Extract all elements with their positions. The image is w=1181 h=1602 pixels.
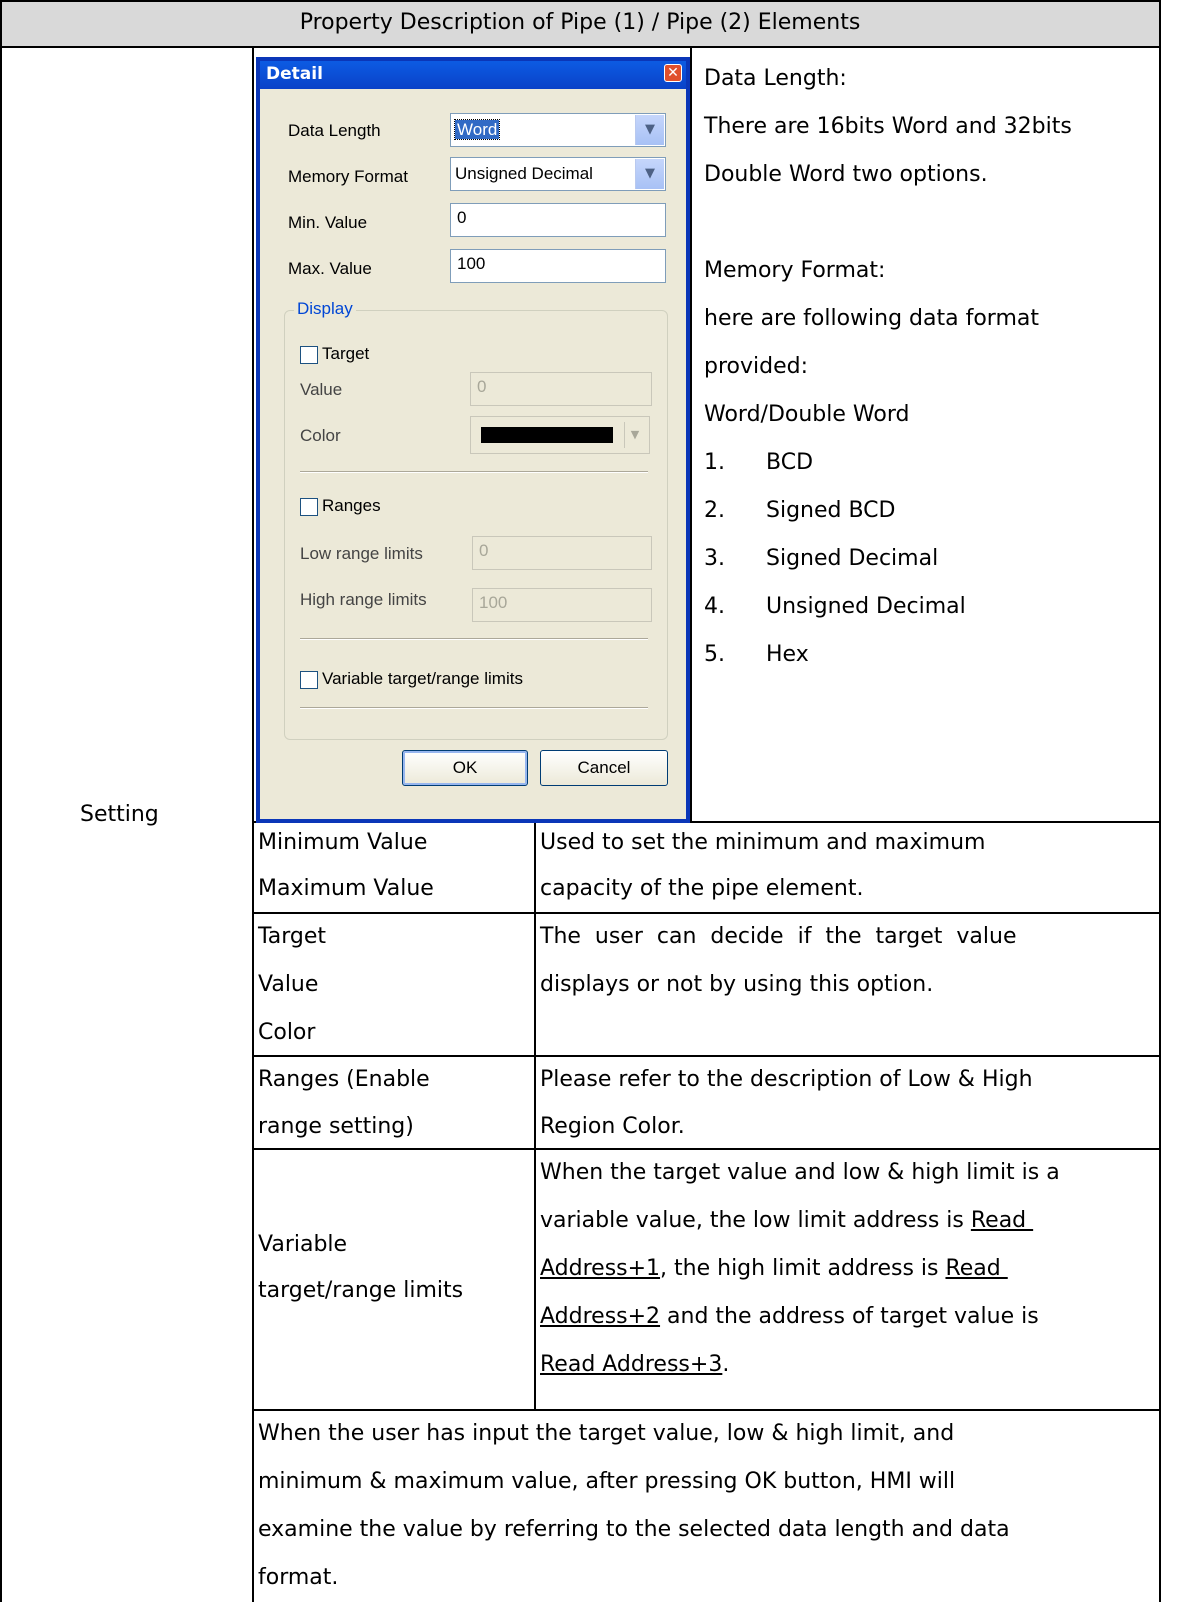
- ranges-label: Ranges: [322, 496, 381, 515]
- list-item: Hex: [766, 642, 809, 667]
- row-divider-5: [252, 1409, 1161, 1411]
- row-divider-4: [252, 1148, 1161, 1150]
- data-length-select[interactable]: Word ▼: [450, 113, 666, 147]
- variable-limits-label: Variable target/range limits: [322, 669, 523, 688]
- ranges-checkbox[interactable]: [300, 498, 318, 516]
- row2-term-1: Target: [258, 924, 327, 949]
- variable-limits-checkbox[interactable]: [300, 671, 318, 689]
- data-length-heading: Data Length:: [704, 66, 847, 91]
- row-divider-3: [252, 1055, 1161, 1057]
- row2-term-2: Value: [258, 972, 319, 997]
- list-item-number: 2.: [704, 498, 725, 523]
- row1-term-1: Minimum Value: [258, 830, 428, 855]
- row3-term-2: range setting): [258, 1114, 414, 1139]
- row-divider-2: [252, 912, 1161, 914]
- list-item-number: 4.: [704, 594, 725, 619]
- table-border-left: [0, 0, 2, 1602]
- dialog-title-bar: Detail ✕: [260, 61, 686, 89]
- min-value-label: Min. Value: [288, 213, 368, 232]
- note-line-1: When the user has input the target value…: [258, 1421, 955, 1446]
- memory-format-label: Memory Format: [288, 167, 408, 186]
- ok-button[interactable]: OK: [402, 750, 528, 786]
- chevron-down-icon[interactable]: ▼: [635, 159, 664, 189]
- min-value-input[interactable]: 0: [450, 203, 666, 237]
- row4-desc-5: Read Address+3.: [540, 1352, 730, 1377]
- color-swatch: [481, 427, 613, 443]
- note-line-3: examine the value by referring to the se…: [258, 1517, 1010, 1542]
- display-group-title: Display: [294, 299, 356, 319]
- target-checkbox[interactable]: [300, 346, 318, 364]
- low-range-input[interactable]: 0: [472, 536, 652, 570]
- table-border-right: [1159, 0, 1161, 1602]
- memory-format-desc-2: provided:: [704, 354, 808, 379]
- list-item: Signed BCD: [766, 498, 896, 523]
- display-separator-2: [300, 638, 648, 640]
- row3-term-1: Ranges (Enable: [258, 1067, 430, 1092]
- row1-term-2: Maximum Value: [258, 876, 434, 901]
- setting-label: Setting: [80, 802, 159, 827]
- memory-format-desc-1: here are following data format: [704, 306, 1039, 331]
- inner-col-divider: [534, 821, 536, 1410]
- color-picker[interactable]: ▼: [470, 416, 650, 454]
- list-item-number: 3.: [704, 546, 725, 571]
- list-item-number: 1.: [704, 450, 725, 475]
- high-range-label: High range limits: [300, 590, 427, 609]
- max-value-label: Max. Value: [288, 259, 372, 278]
- table-border-top: [0, 0, 1161, 2]
- page-title: Property Description of Pipe (1) / Pipe …: [299, 10, 861, 35]
- row2-desc-2: displays or not by using this option.: [540, 972, 934, 997]
- close-icon[interactable]: ✕: [664, 64, 682, 82]
- row4-term-1: Variable: [258, 1232, 348, 1257]
- data-length-desc-1: There are 16bits Word and 32bits: [704, 114, 1072, 139]
- row3-desc-2: Region Color.: [540, 1114, 685, 1139]
- note-line-2: minimum & maximum value, after pressing …: [258, 1469, 956, 1494]
- high-range-input[interactable]: 100: [472, 588, 652, 622]
- memory-format-desc-3: Word/Double Word: [704, 402, 910, 427]
- value-label: Value: [300, 380, 343, 399]
- target-label: Target: [322, 344, 370, 363]
- list-item: Signed Decimal: [766, 546, 939, 571]
- header-divider: [0, 46, 1161, 48]
- data-length-desc-2: Double Word two options.: [704, 162, 988, 187]
- display-separator-1: [300, 471, 648, 473]
- color-label: Color: [300, 426, 341, 445]
- col-divider-main: [252, 46, 254, 1602]
- dialog-title: Detail: [266, 64, 323, 84]
- row4-desc-2: variable value, the low limit address is…: [540, 1208, 1034, 1233]
- max-value-input[interactable]: 100: [450, 249, 666, 283]
- dialog-cell-divider: [690, 46, 692, 822]
- list-item: BCD: [766, 450, 814, 475]
- list-item-number: 5.: [704, 642, 725, 667]
- row4-desc-3: Address+1, the high limit address is Rea…: [540, 1256, 1008, 1281]
- chevron-down-icon[interactable]: ▼: [624, 422, 645, 448]
- row4-term-2: target/range limits: [258, 1278, 464, 1303]
- memory-format-heading: Memory Format:: [704, 258, 886, 283]
- row2-term-3: Color: [258, 1020, 316, 1045]
- detail-dialog: Detail ✕ Data Length Word ▼ Memory Forma…: [256, 57, 690, 823]
- read-address-link: Read: [970, 1208, 1034, 1233]
- row1-desc-2: capacity of the pipe element.: [540, 876, 864, 901]
- display-separator-3: [300, 707, 648, 709]
- chevron-down-icon[interactable]: ▼: [635, 115, 664, 145]
- data-length-label: Data Length: [288, 121, 381, 140]
- low-range-label: Low range limits: [300, 544, 423, 563]
- row3-desc-1: Please refer to the description of Low &…: [540, 1067, 1033, 1092]
- row2-desc-1: The user can decide if the target value: [540, 924, 1017, 949]
- row4-desc-1: When the target value and low & high lim…: [540, 1160, 1060, 1185]
- memory-format-select[interactable]: Unsigned Decimal ▼: [450, 157, 666, 191]
- data-length-value: Word: [453, 119, 501, 140]
- row1-desc-1: Used to set the minimum and maximum: [540, 830, 986, 855]
- list-item: Unsigned Decimal: [766, 594, 966, 619]
- note-line-4: format.: [258, 1565, 339, 1590]
- cancel-button[interactable]: Cancel: [540, 750, 668, 786]
- row4-desc-4: Address+2 and the address of target valu…: [540, 1304, 1039, 1329]
- memory-format-value: Unsigned Decimal: [455, 164, 593, 183]
- target-value-input[interactable]: 0: [470, 372, 652, 406]
